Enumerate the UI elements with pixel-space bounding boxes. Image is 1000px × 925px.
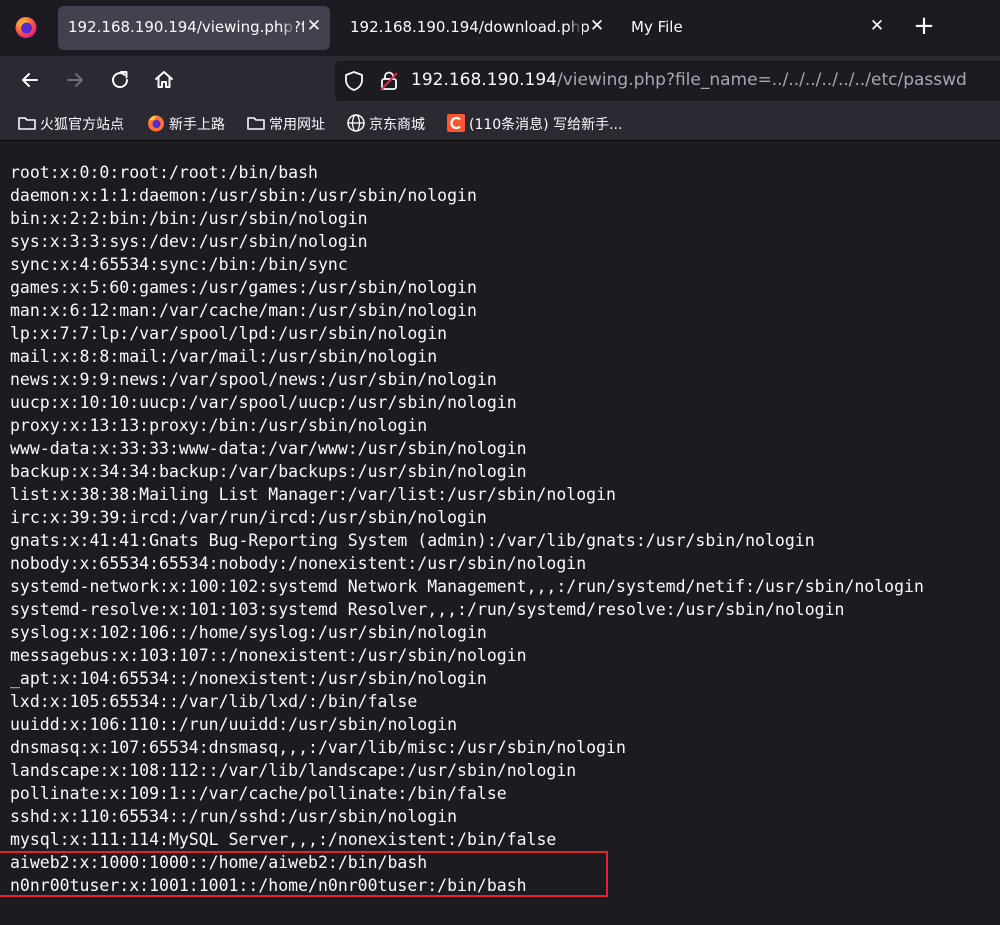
passwd-line: sys:x:3:3:sys:/dev:/usr/sbin/nologin: [10, 232, 368, 251]
folder-icon: [247, 117, 265, 130]
passwd-line: backup:x:34:34:backup:/var/backups:/usr/…: [10, 462, 527, 481]
passwd-line: root:x:0:0:root:/root:/bin/bash: [10, 163, 318, 182]
passwd-line: list:x:38:38:Mailing List Manager:/var/l…: [10, 485, 616, 504]
bookmark-label: 常用网址: [269, 117, 325, 133]
passwd-line: landscape:x:108:112::/var/lib/landscape:…: [10, 761, 577, 780]
close-tab-icon[interactable]: ✕: [304, 16, 324, 36]
close-tab-icon[interactable]: ✕: [867, 16, 887, 36]
home-icon[interactable]: [151, 67, 177, 93]
insecure-lock-icon[interactable]: [378, 70, 400, 92]
globe-icon: [347, 114, 365, 132]
passwd-line: systemd-network:x:100:102:systemd Networ…: [10, 577, 924, 596]
tab-bar: 192.168.190.194/viewing.php?file ✕ 192.1…: [0, 0, 1000, 56]
passwd-line: uucp:x:10:10:uucp:/var/spool/uucp:/usr/s…: [10, 393, 517, 412]
address-bar[interactable]: 192.168.190.194/viewing.php?file_name=..…: [335, 61, 1000, 101]
passwd-line: mail:x:8:8:mail:/var/mail:/usr/sbin/nolo…: [10, 347, 438, 366]
passwd-line: bin:x:2:2:bin:/bin:/usr/sbin/nologin: [10, 209, 368, 228]
passwd-line: dnsmasq:x:107:65534:dnsmasq,,,:/var/lib/…: [10, 738, 626, 757]
url-text[interactable]: 192.168.190.194/viewing.php?file_name=..…: [411, 70, 967, 90]
passwd-line: uuidd:x:106:110::/run/uuidd:/usr/sbin/no…: [10, 715, 458, 734]
csdn-icon: [447, 114, 465, 132]
passwd-line: sshd:x:110:65534::/run/sshd:/usr/sbin/no…: [10, 807, 458, 826]
passwd-line: _apt:x:104:65534::/nonexistent:/usr/sbin…: [10, 669, 487, 688]
back-arrow-icon[interactable]: [17, 67, 43, 93]
tab-viewing[interactable]: 192.168.190.194/viewing.php?file ✕: [58, 6, 330, 50]
passwd-line: nobody:x:65534:65534:nobody:/nonexistent…: [10, 554, 587, 573]
passwd-line: daemon:x:1:1:daemon:/usr/sbin:/usr/sbin/…: [10, 186, 477, 205]
passwd-line: lp:x:7:7:lp:/var/spool/lpd:/usr/sbin/nol…: [10, 324, 448, 343]
bookmark-label: 新手上路: [169, 117, 225, 133]
close-tab-icon[interactable]: ✕: [587, 16, 607, 36]
passwd-file-content: root:x:0:0:root:/root:/bin/bash daemon:x:…: [10, 161, 924, 897]
passwd-line: proxy:x:13:13:proxy:/bin:/usr/sbin/nolog…: [10, 416, 428, 435]
highlight-box: [0, 851, 608, 897]
passwd-line: systemd-resolve:x:101:103:systemd Resolv…: [10, 600, 845, 619]
firefox-menu-icon[interactable]: [14, 15, 38, 39]
folder-icon: [18, 117, 36, 130]
reload-icon[interactable]: [107, 67, 133, 93]
passwd-line: news:x:9:9:news:/var/spool/news:/usr/sbi…: [10, 370, 497, 389]
passwd-line: messagebus:x:103:107::/nonexistent:/usr/…: [10, 646, 527, 665]
tab-label: 192.168.190.194/viewing.php?file: [68, 18, 304, 36]
forward-arrow-icon[interactable]: [62, 67, 88, 93]
passwd-line: gnats:x:41:41:Gnats Bug-Reporting System…: [10, 531, 815, 550]
navigation-toolbar: 192.168.190.194/viewing.php?file_name=..…: [0, 56, 1000, 106]
firefox-icon: [148, 115, 164, 132]
bookmarks-toolbar: 火狐官方站点 新手上路 常用网址 京东商城 (110条消息) 写给新手...: [0, 106, 1000, 141]
passwd-line: lxd:x:105:65534::/var/lib/lxd/:/bin/fals…: [10, 692, 418, 711]
url-host: 192.168.190.194: [411, 70, 558, 90]
new-tab-button[interactable]: +: [911, 13, 937, 40]
tab-download[interactable]: 192.168.190.194/download.php?f ✕: [330, 6, 610, 50]
tab-label: My File: [631, 18, 683, 36]
url-path: /viewing.php?file_name=../../../../../..…: [557, 70, 967, 90]
passwd-line: games:x:5:60:games:/usr/games:/usr/sbin/…: [10, 278, 477, 297]
bookmark-label: 京东商城: [369, 117, 425, 133]
page-content: root:x:0:0:root:/root:/bin/bash daemon:x:…: [0, 141, 1000, 925]
tab-label: 192.168.190.194/download.php?f: [350, 18, 590, 36]
bookmark-label: (110条消息) 写给新手...: [469, 117, 623, 133]
passwd-line: www-data:x:33:33:www-data:/var/www:/usr/…: [10, 439, 527, 458]
passwd-line: irc:x:39:39:ircd:/var/run/ircd:/usr/sbin…: [10, 508, 487, 527]
tab-my-file[interactable]: My File ✕: [610, 6, 900, 50]
passwd-line: pollinate:x:109:1::/var/cache/pollinate:…: [10, 784, 507, 803]
passwd-line: man:x:6:12:man:/var/cache/man:/usr/sbin/…: [10, 301, 477, 320]
bookmark-label: 火狐官方站点: [40, 117, 124, 133]
tracking-protection-shield-icon[interactable]: [343, 70, 365, 92]
passwd-line: syslog:x:102:106::/home/syslog:/usr/sbin…: [10, 623, 487, 642]
passwd-line: mysql:x:111:114:MySQL Server,,,:/nonexis…: [10, 830, 557, 849]
passwd-line: sync:x:4:65534:sync:/bin:/bin/sync: [10, 255, 348, 274]
